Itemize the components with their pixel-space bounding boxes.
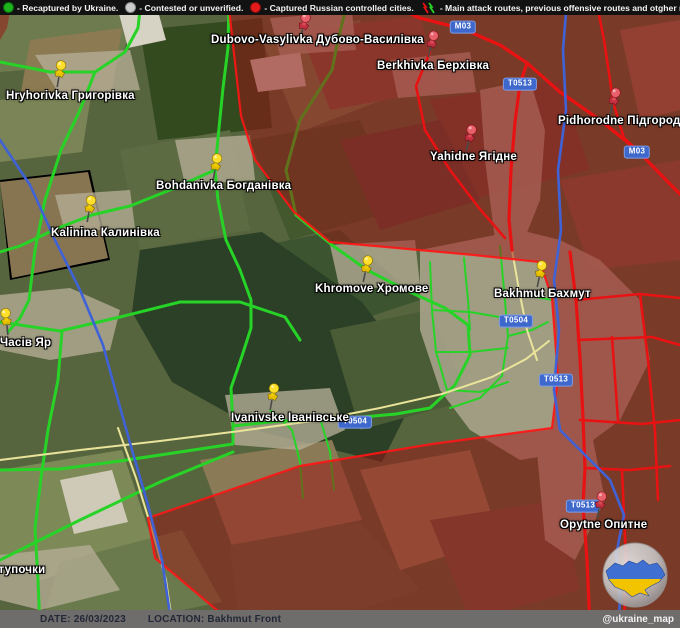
ukraine-map-logo [601,541,669,609]
label-dubovo-vasylivka: Dubovo-Vasylivka Дубово-Василівка [211,34,424,46]
label-hryhorivka: Hryhorivka Григорівка [6,90,135,102]
label-khromove: Khromove Хромове [315,283,429,295]
recaptured-dot-icon [3,2,14,13]
legend-captured-label: - Captured Russian controlled cities. [264,3,413,13]
legend-contested: - Contested or unverified. [125,2,243,13]
map-canvas[interactable]: Hryhorivka Григорівка Dubovo-Vasylivka Д… [0,0,680,628]
label-opytne: Opytne Опитне [560,519,647,531]
label-ivanivske: Ivanivske Іванівське [231,412,349,424]
footer-bar: DATE: 26/03/2023 LOCATION: Bakhmut Front [0,610,680,628]
label-bohdanivka: Bohdanivka Богданівка [156,180,291,192]
legend-contested-label: - Contested or unverified. [139,3,243,13]
road-badge-t0513-city: T0513 [539,374,573,387]
legend-recaptured: - Recaptured by Ukraine. [3,2,118,13]
label-berkhivka: Berkhivka Берхівка [377,60,489,72]
road-badge-t0513-north: T0513 [503,78,537,91]
date-label: DATE: 26/03/2023 [40,614,126,625]
legend-routes-label: - Main attack routes, previous offensive… [440,3,680,13]
legend-routes: - Main attack routes, previous offensive… [421,2,680,14]
contested-dot-icon [125,2,136,13]
attack-routes-icon [421,2,437,14]
pin-chasiv-yar[interactable] [0,307,18,337]
road-badge-m03-east: M03 [624,146,650,159]
label-chasiv-yar: Chasiv Yar Часів Яр [0,337,51,349]
label-stupochky: Ступочки [0,564,45,576]
legend-captured: - Captured Russian controlled cities. [250,2,413,13]
captured-dot-icon [250,2,261,13]
location-label: LOCATION: Bakhmut Front [148,614,281,625]
label-kalinina: Kalinina Калинівка [51,227,160,239]
road-badge-m03-north: M03 [450,21,476,34]
label-bakhmut: Bakhmut Бахмут [494,288,591,300]
legend-recaptured-label: - Recaptured by Ukraine. [17,3,118,13]
label-yahidne: Yahidne Ягідне [430,151,517,163]
legend-bar: - Recaptured by Ukraine. - Contested or … [0,0,680,15]
road-badge-t0504-city: T0504 [499,315,533,328]
credit-handle: @ukraine_map [603,614,674,625]
war-map-app: Hryhorivka Григорівка Dubovo-Vasylivka Д… [0,0,680,628]
label-pidhorodne: Pidhorodne Підгородне [558,115,680,127]
